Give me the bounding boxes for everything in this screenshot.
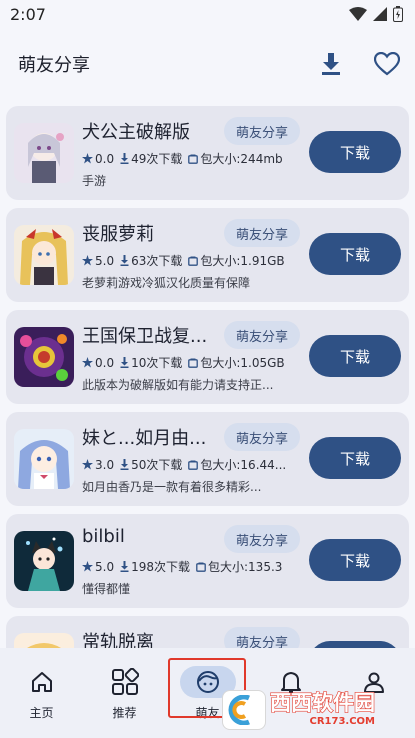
home-icon (26, 666, 58, 698)
app-card[interactable]: 王国保卫战复... 萌友分享 0.0 10次下载 包大小:1.05GB 此版本为… (6, 310, 409, 404)
app-card[interactable]: 犬公主破解版 萌友分享 0.0 49次下载 包大小:244mb 手游 下载 (6, 106, 409, 200)
star-icon (82, 357, 93, 368)
watermark-sub: CR173.COM (309, 716, 375, 727)
download-small-icon (120, 357, 129, 368)
rating: 0.0 (95, 151, 115, 166)
signal-icon (373, 7, 387, 21)
app-list[interactable]: 犬公主破解版 萌友分享 0.0 49次下载 包大小:244mb 手游 下载 丧服… (0, 100, 415, 648)
download-count: 63次下载 (131, 254, 183, 268)
app-title: 犬公主破解版 (82, 122, 190, 143)
heart-outline-icon (374, 52, 400, 76)
rating: 5.0 (95, 253, 115, 268)
app-description: 如月由香乃是一款有着很多精彩... (82, 480, 262, 494)
app-card[interactable]: 妹と...如月由... 萌友分享 3.0 50次下载 包大小:16.44... … (6, 412, 409, 506)
nav-item-recommend[interactable]: 推荐 (83, 648, 166, 738)
app-title: 妹と...如月由... (82, 428, 207, 449)
app-thumbnail (14, 327, 74, 387)
app-description: 此版本为破解版如有能力请支持正... (82, 378, 274, 392)
app-thumbnail (14, 123, 74, 183)
source-tag[interactable]: 萌友分享 (224, 423, 300, 451)
app-bar: 萌友分享 (0, 28, 415, 100)
app-description: 懂得都懂 (82, 582, 131, 596)
app-title: bilbil (82, 526, 125, 547)
app-description: 老萝莉游戏冷狐汉化质量有保障 (82, 276, 251, 290)
package-icon (188, 154, 199, 164)
battery-icon (393, 6, 403, 22)
download-count: 49次下载 (131, 152, 183, 166)
package-icon (188, 256, 199, 266)
app-meta: 5.0 63次下载 包大小:1.91GB (82, 252, 300, 269)
download-button[interactable] (317, 50, 345, 78)
download-app-button[interactable]: 下载 (309, 233, 401, 275)
download-small-icon (120, 153, 129, 164)
favorite-button[interactable] (373, 50, 401, 78)
package-size: 包大小:244mb (200, 152, 283, 166)
download-count: 50次下载 (131, 458, 183, 472)
app-card[interactable]: 丧服萝莉 萌友分享 5.0 63次下载 包大小:1.91GB 老萝莉游戏冷狐汉化… (6, 208, 409, 302)
star-icon (82, 459, 93, 470)
source-tag[interactable]: 萌友分享 (224, 627, 300, 648)
package-size: 包大小:135.3 (208, 560, 283, 574)
download-app-button[interactable]: 下载 (309, 437, 401, 479)
package-icon (188, 460, 199, 470)
page-title: 萌友分享 (18, 55, 90, 76)
download-small-icon (120, 459, 129, 470)
star-icon (82, 561, 93, 572)
app-meta: 0.0 10次下载 包大小:1.05GB (82, 354, 300, 371)
download-app-button[interactable]: 下载 (309, 335, 401, 377)
nav-label: 萌友 (195, 706, 220, 720)
download-app-button[interactable]: 下载 (309, 641, 401, 648)
app-title: 丧服萝莉 (82, 224, 154, 245)
app-title: 王国保卫战复... (82, 326, 208, 347)
nav-label: 主页 (29, 706, 54, 720)
download-count: 198次下载 (131, 560, 190, 574)
app-thumbnail (14, 429, 74, 489)
app-bar-actions (317, 50, 401, 78)
source-tag[interactable]: 萌友分享 (224, 117, 300, 145)
app-thumbnail (14, 531, 74, 591)
nav-label: 推荐 (112, 706, 137, 720)
app-thumbnail (14, 225, 74, 285)
download-small-icon (120, 255, 129, 266)
grid-icon (109, 666, 141, 698)
download-small-icon (120, 561, 129, 572)
app-meta: 3.0 50次下载 包大小:16.44... (82, 456, 300, 473)
star-icon (82, 255, 93, 266)
watermark-logo (222, 690, 266, 730)
source-tag[interactable]: 萌友分享 (224, 525, 300, 553)
app-meta: 5.0 198次下载 包大小:135.3 (82, 558, 300, 575)
package-size: 包大小:1.91GB (200, 254, 285, 268)
package-size: 包大小:16.44... (200, 458, 287, 472)
status-time: 2:07 (10, 4, 46, 24)
download-count: 10次下载 (131, 356, 183, 370)
wifi-icon (349, 7, 367, 21)
source-tag[interactable]: 萌友分享 (224, 321, 300, 349)
rating: 3.0 (95, 457, 115, 472)
package-icon (196, 562, 206, 572)
watermark: 西西软件园 CR173.COM (222, 688, 412, 732)
package-size: 包大小:1.05GB (200, 356, 285, 370)
nav-item-home[interactable]: 主页 (0, 648, 83, 738)
app-description: 手游 (82, 174, 107, 188)
status-icons (349, 6, 403, 22)
app-meta: 0.0 49次下载 包大小:244mb (82, 150, 300, 167)
download-app-button[interactable]: 下载 (309, 539, 401, 581)
app-card[interactable]: 常轨脱离 萌友分享 下载 (6, 616, 409, 648)
app-title: 常轨脱离 (82, 632, 154, 648)
star-icon (82, 153, 93, 164)
status-bar: 2:07 (0, 0, 415, 28)
watermark-text: 西西软件园 CR173.COM (269, 691, 375, 727)
rating: 0.0 (95, 355, 115, 370)
app-thumbnail (14, 633, 74, 648)
watermark-main: 西西软件园 (269, 691, 375, 715)
download-app-button[interactable]: 下载 (309, 131, 401, 173)
rating: 5.0 (95, 559, 115, 574)
download-icon (322, 53, 340, 75)
package-icon (188, 358, 199, 368)
source-tag[interactable]: 萌友分享 (224, 219, 300, 247)
app-card[interactable]: bilbil 萌友分享 5.0 198次下载 包大小:135.3 懂得都懂 下载 (6, 514, 409, 608)
